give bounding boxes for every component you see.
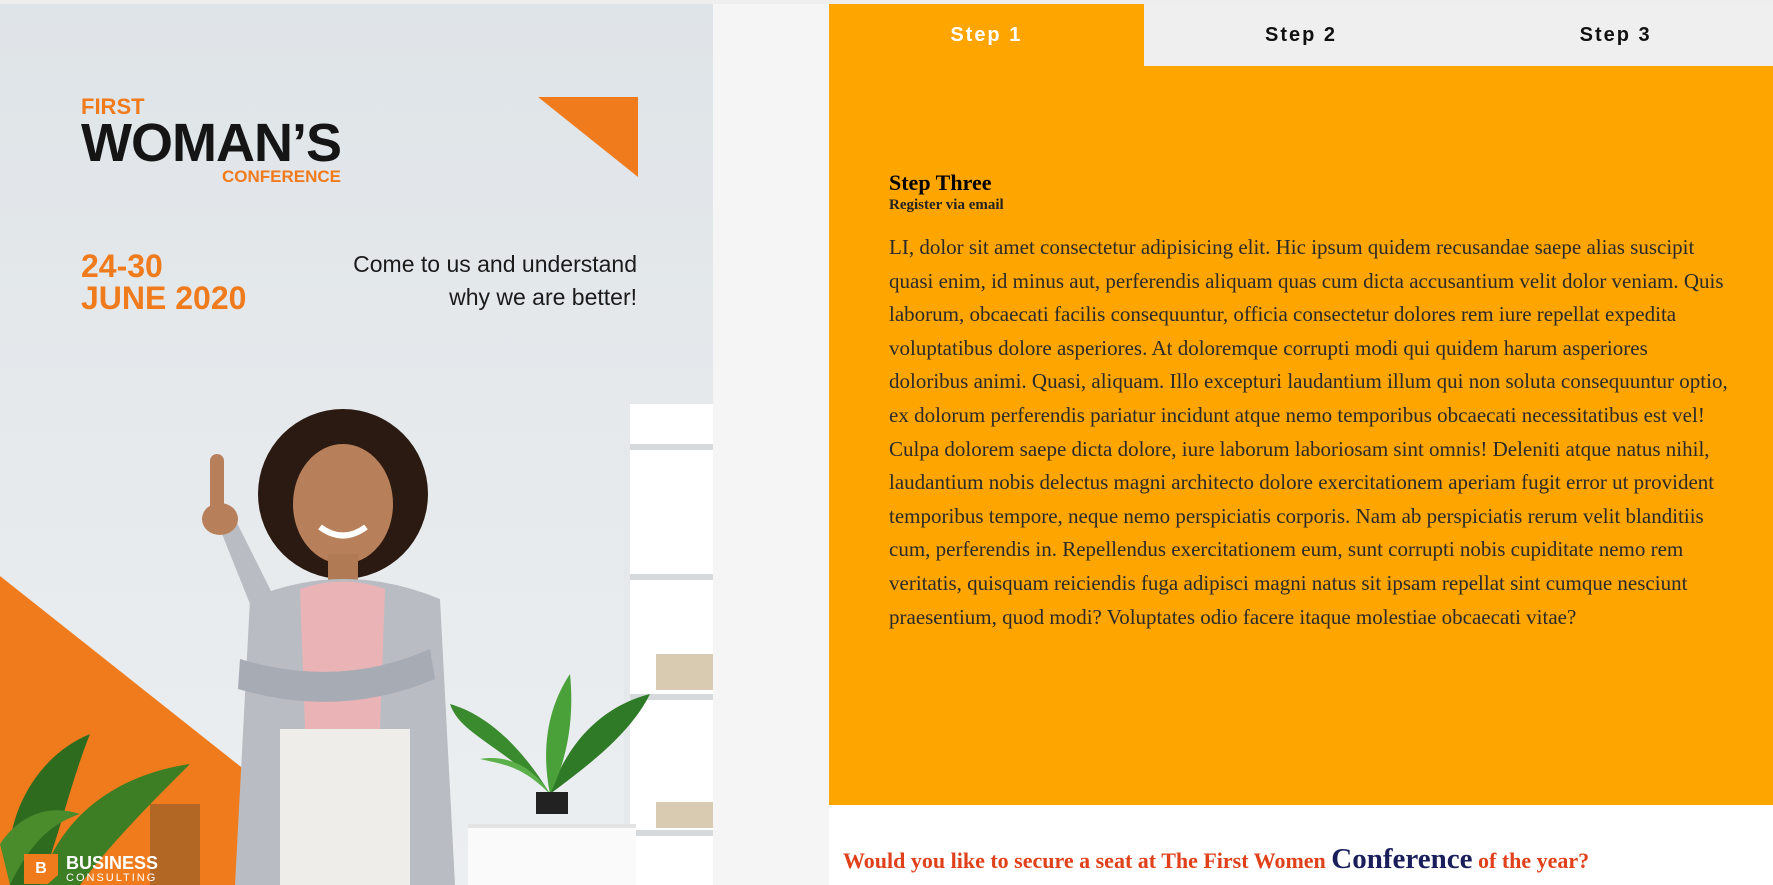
event-date: 24-30 JUNE 2020	[81, 250, 246, 314]
tagline-line-2: why we are better!	[449, 284, 637, 310]
tab-step-1[interactable]: Step 1	[829, 4, 1144, 66]
panel-body-text: LI, dolor sit amet consectetur adipisici…	[889, 235, 1728, 629]
logo-line-1: BUSINESS	[66, 852, 159, 873]
gutter	[713, 4, 829, 885]
question-prefix: Would you like to secure a seat at The F…	[843, 848, 1332, 873]
brand-main: WOMAN’S	[81, 113, 342, 173]
orange-triangle-graphic	[538, 97, 638, 177]
tab-step-3[interactable]: Step 3	[1458, 4, 1773, 66]
question-highlight: Conference	[1331, 843, 1473, 875]
step-content-panel: Step Three Register via email LI, dolor …	[829, 66, 1773, 805]
poster-tagline: Come to us and understand why we are bet…	[307, 248, 637, 314]
panel-subtitle: Register via email	[889, 197, 1004, 213]
question-suffix: of the year?	[1472, 848, 1590, 873]
business-consulting-logo-icon: B	[24, 854, 58, 884]
seat-question: Would you like to secure a seat at The F…	[843, 843, 1773, 876]
logo-line-2: CONSULTING	[66, 871, 158, 884]
conference-poster: FIRST WOMAN’S CONFERENCE 24-30 JUNE 2020…	[0, 4, 713, 885]
event-date-range: 24-30	[81, 248, 163, 284]
panel-title: Step Three	[889, 170, 992, 195]
tagline-line-1: Come to us and understand	[353, 251, 637, 277]
event-date-month: JUNE 2020	[81, 280, 247, 316]
tab-step-2[interactable]: Step 2	[1144, 4, 1459, 66]
business-consulting-logo: B BUSINESS CONSULTING	[24, 854, 158, 884]
step-tabs: Step 1 Step 2 Step 3	[829, 4, 1773, 66]
poster-brand: FIRST WOMAN’S CONFERENCE	[81, 96, 342, 186]
